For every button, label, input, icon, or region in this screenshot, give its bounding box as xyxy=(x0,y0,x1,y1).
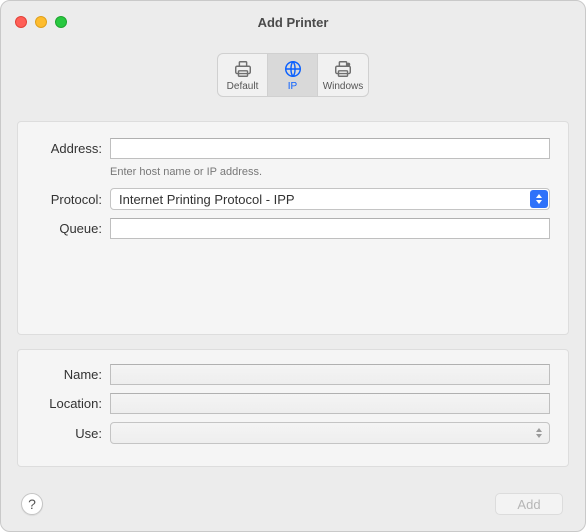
use-label: Use: xyxy=(26,426,110,441)
location-input[interactable] xyxy=(110,393,550,414)
add-button[interactable]: Add xyxy=(495,493,563,515)
printer-network-icon xyxy=(332,59,354,79)
tab-ip-label: IP xyxy=(288,81,297,92)
tab-default-label: Default xyxy=(227,81,259,92)
window-controls xyxy=(15,16,67,28)
location-label: Location: xyxy=(26,396,110,411)
printer-icon xyxy=(232,59,254,79)
details-panel: Name: Location: Use: xyxy=(17,349,569,467)
add-printer-window: Add Printer Default IP xyxy=(0,0,586,532)
queue-label: Queue: xyxy=(26,221,110,236)
connection-panel: Address: Enter host name or IP address. … xyxy=(17,121,569,335)
close-button[interactable] xyxy=(15,16,27,28)
content: Address: Enter host name or IP address. … xyxy=(1,107,585,467)
queue-input[interactable] xyxy=(110,218,550,239)
tab-group: Default IP Windows xyxy=(217,53,369,97)
tab-ip[interactable]: IP xyxy=(268,54,318,96)
help-icon: ? xyxy=(28,496,36,512)
address-label: Address: xyxy=(26,141,110,156)
footer: ? Add xyxy=(1,479,585,531)
tab-windows[interactable]: Windows xyxy=(318,54,368,96)
tab-default[interactable]: Default xyxy=(218,54,268,96)
protocol-value: Internet Printing Protocol - IPP xyxy=(119,192,295,207)
titlebar: Add Printer xyxy=(1,1,585,53)
toolbar: Default IP Windows xyxy=(1,53,585,107)
minimize-button[interactable] xyxy=(35,16,47,28)
zoom-button[interactable] xyxy=(55,16,67,28)
globe-icon xyxy=(282,59,304,79)
add-button-label: Add xyxy=(517,497,540,512)
address-input[interactable] xyxy=(110,138,550,159)
updown-icon xyxy=(530,190,548,208)
name-label: Name: xyxy=(26,367,110,382)
use-select[interactable] xyxy=(110,422,550,444)
updown-icon xyxy=(530,424,548,442)
protocol-select[interactable]: Internet Printing Protocol - IPP xyxy=(110,188,550,210)
help-button[interactable]: ? xyxy=(21,493,43,515)
window-title: Add Printer xyxy=(1,1,585,30)
address-hint: Enter host name or IP address. xyxy=(110,166,262,178)
name-input[interactable] xyxy=(110,364,550,385)
tab-windows-label: Windows xyxy=(323,81,364,92)
protocol-label: Protocol: xyxy=(26,192,110,207)
